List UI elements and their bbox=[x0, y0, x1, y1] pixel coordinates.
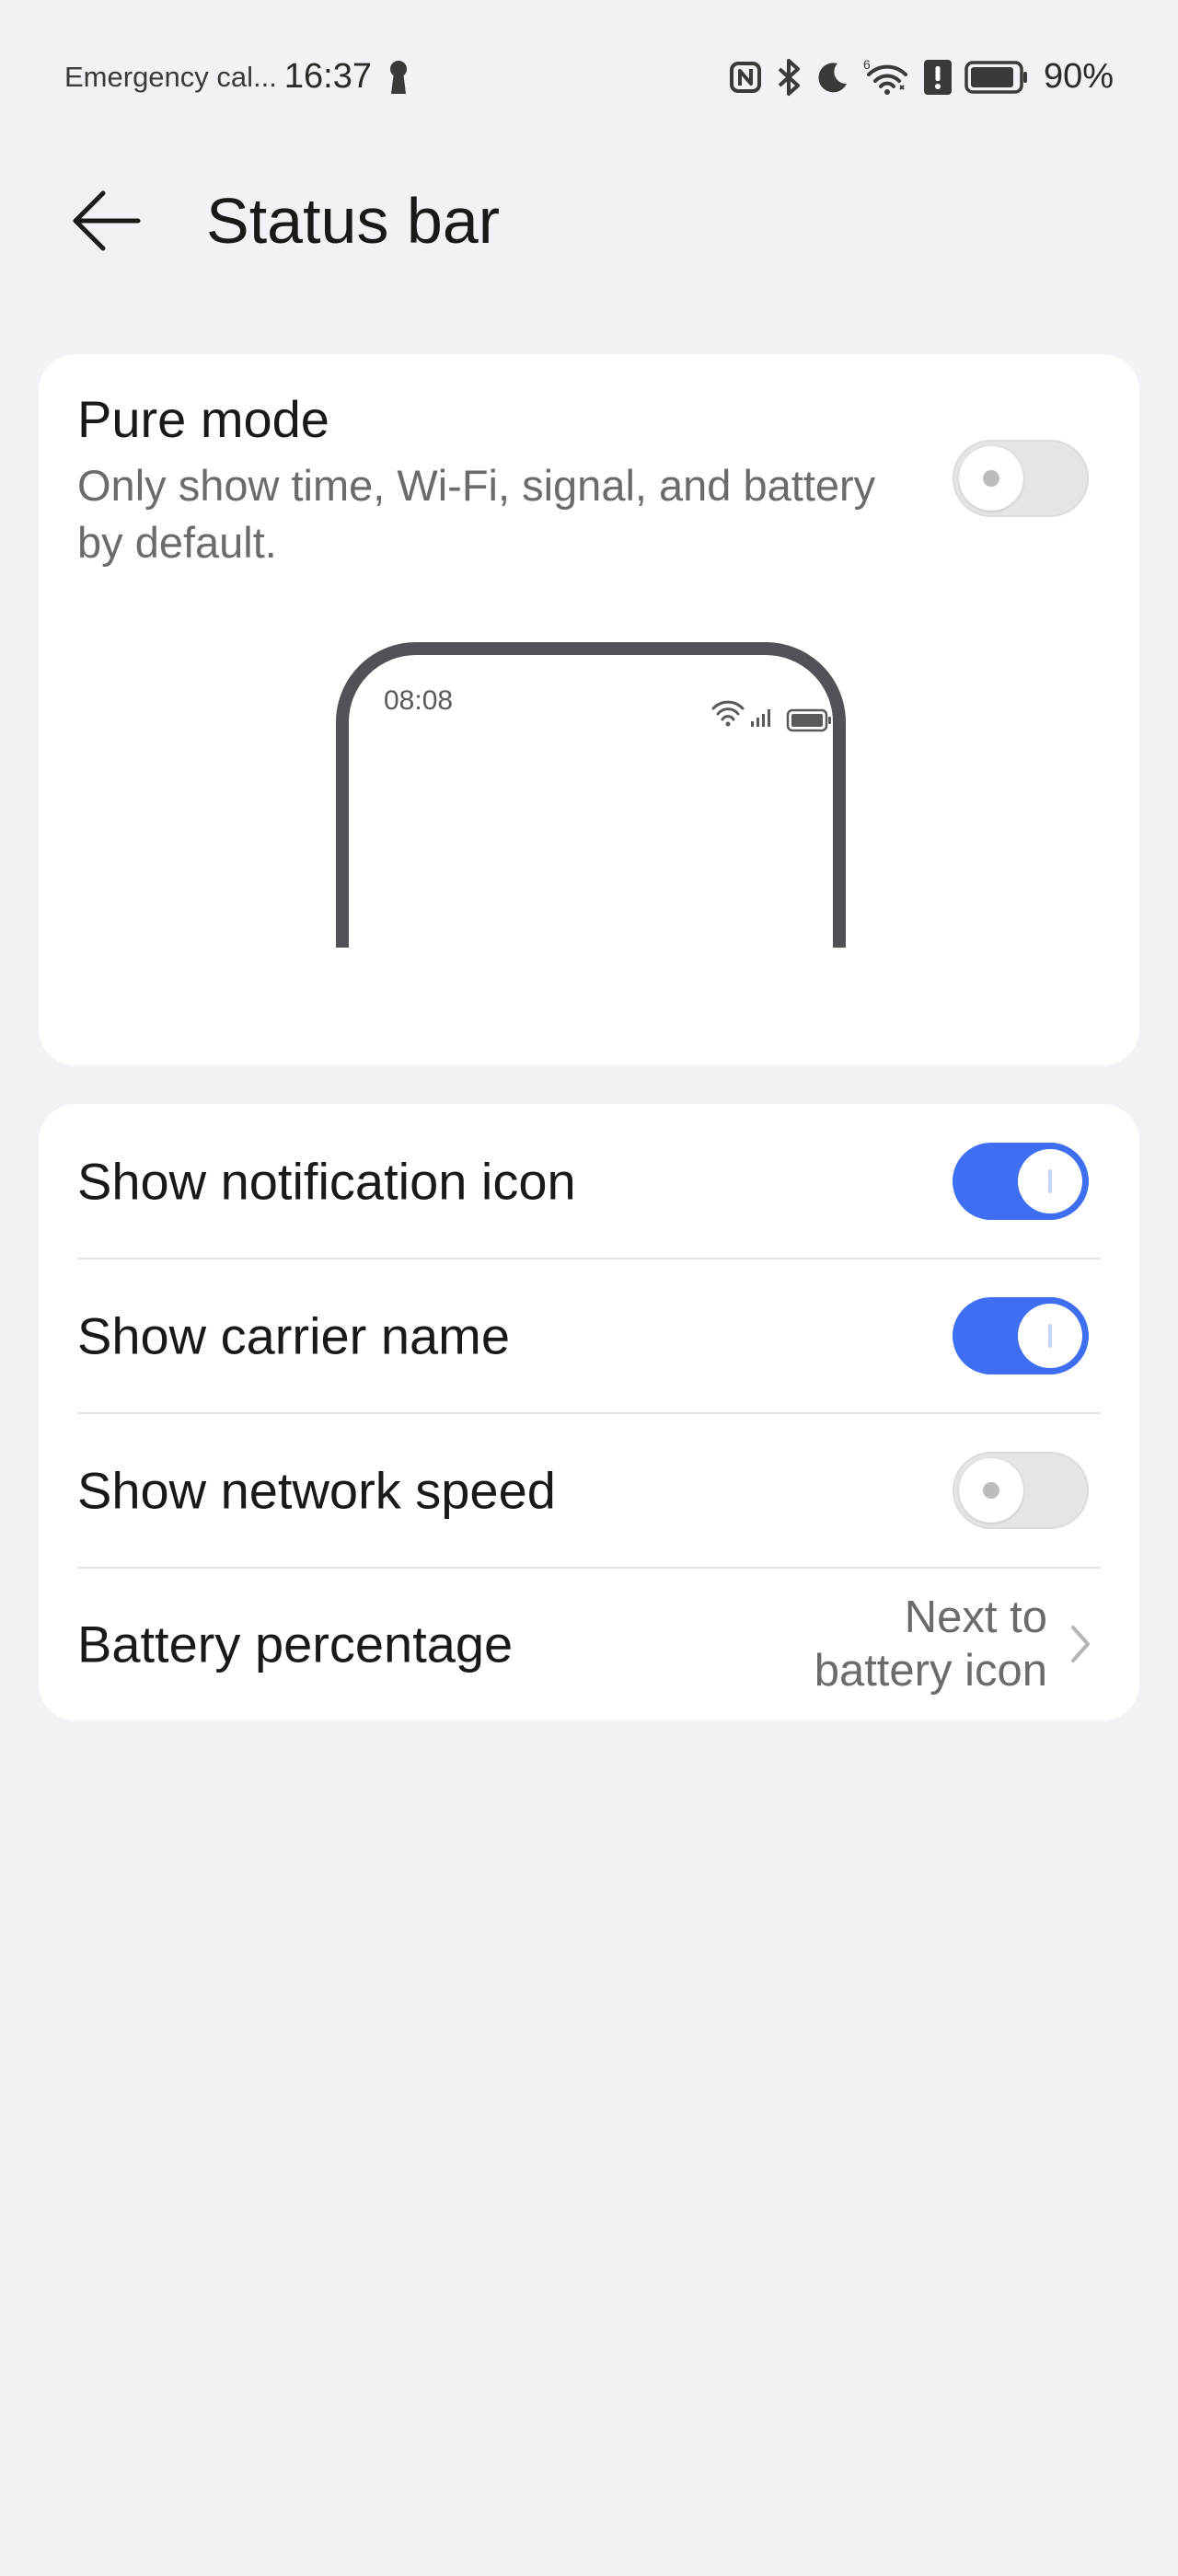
status-bar-settings-card: Show notification icon Show carrier name… bbox=[39, 1104, 1139, 1720]
show-carrier-name-label: Show carrier name bbox=[77, 1306, 510, 1365]
show-carrier-name-toggle[interactable] bbox=[953, 1297, 1089, 1374]
battery-percentage-label: Battery percentage bbox=[77, 1615, 514, 1673]
wifi-6-icon: 6 bbox=[863, 58, 907, 95]
keyhole-icon bbox=[389, 60, 407, 94]
svg-text:6: 6 bbox=[863, 58, 871, 72]
pure-mode-description: Only show time, Wi-Fi, signal, and batte… bbox=[77, 461, 876, 567]
moon-icon bbox=[818, 62, 847, 92]
pure-mode-card: Pure mode Only show time, Wi-Fi, signal,… bbox=[39, 354, 1139, 1065]
show-notification-icon-row[interactable]: Show notification icon bbox=[39, 1104, 1139, 1259]
show-network-speed-row[interactable]: Show network speed bbox=[39, 1413, 1139, 1568]
alert-icon bbox=[923, 59, 952, 95]
battery-percentage-value-line1: Next to bbox=[904, 1593, 1047, 1642]
preview-time: 08:08 bbox=[384, 685, 454, 716]
page-title: Status bar bbox=[206, 185, 501, 257]
toggle-knob bbox=[1018, 1304, 1082, 1368]
nfc-icon bbox=[729, 61, 761, 93]
arrow-left-icon bbox=[73, 190, 141, 251]
toggle-knob bbox=[959, 446, 1023, 511]
app-header: Status bar bbox=[0, 156, 1178, 285]
pure-mode-toggle[interactable] bbox=[953, 440, 1089, 517]
phone-preview-illustration bbox=[336, 642, 846, 948]
battery-percent-text: 90% bbox=[1043, 57, 1114, 96]
pure-mode-title: Pure mode bbox=[77, 390, 329, 448]
battery-percentage-value-line2: battery icon bbox=[814, 1646, 1047, 1696]
clock-time: 16:37 bbox=[283, 57, 372, 96]
show-carrier-name-row[interactable]: Show carrier name bbox=[39, 1259, 1139, 1413]
toggle-knob bbox=[959, 1458, 1023, 1523]
status-bar-right: 6 90% bbox=[729, 57, 1114, 97]
show-notification-icon-toggle[interactable] bbox=[953, 1143, 1089, 1220]
battery-percentage-value: Next to battery icon bbox=[814, 1591, 1047, 1697]
chevron-right-icon bbox=[1071, 1626, 1090, 1662]
back-button[interactable] bbox=[72, 184, 164, 258]
battery-icon bbox=[964, 60, 1027, 94]
system-status-bar: Emergency cal... 16:37 6 90% bbox=[0, 0, 1178, 156]
show-network-speed-label: Show network speed bbox=[77, 1461, 556, 1520]
carrier-text: Emergency cal... bbox=[64, 60, 277, 93]
status-bar-left: Emergency cal... 16:37 bbox=[64, 57, 409, 97]
bluetooth-icon bbox=[778, 58, 800, 96]
show-network-speed-toggle[interactable] bbox=[953, 1452, 1089, 1529]
battery-percentage-row[interactable]: Battery percentage Next to battery icon bbox=[39, 1568, 1139, 1720]
show-notification-icon-label: Show notification icon bbox=[77, 1152, 576, 1211]
toggle-knob bbox=[1018, 1149, 1082, 1213]
